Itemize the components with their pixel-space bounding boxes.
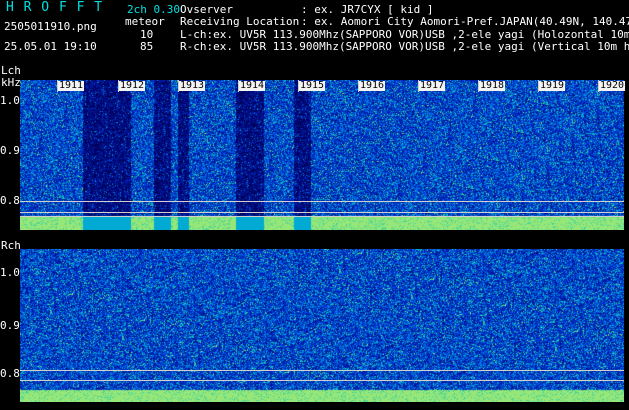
- lch-overlay-guide-line: [20, 212, 624, 213]
- lch-description: L-ch:ex. UV5R 113.900Mhz(SAPPORO VOR)USB…: [180, 29, 629, 41]
- lch-time-label: 1919: [539, 80, 566, 91]
- datetime: 25.05.01 19:10: [4, 40, 97, 53]
- rch-overlay-guide-line: [20, 380, 624, 381]
- lch-time-label: 1918: [479, 80, 506, 91]
- location-value: : ex. Aomori City Aomori-Pref.JAPAN(40.4…: [301, 15, 629, 28]
- lch-time-label: 1915: [299, 80, 326, 91]
- lch-time-label: 1917: [419, 80, 446, 91]
- filename: 2505011910.png: [4, 20, 97, 33]
- lch-ytick-0.8: 0.8: [0, 194, 20, 207]
- app-title: H R O F F T: [6, 0, 104, 15]
- lch-time-label: 1916: [359, 80, 386, 91]
- count-bottom: 85: [140, 40, 154, 53]
- rch-ytick-1.0: 1.0: [0, 266, 20, 279]
- lch-time-label: 1911: [58, 80, 85, 91]
- lch-time-label: 1920: [599, 80, 626, 91]
- rch-ytick-0.8: 0.8: [0, 367, 20, 380]
- lch-time-label: 1914: [239, 80, 266, 91]
- mode-label: meteor: [125, 15, 165, 28]
- rch-description: R-ch:ex. UV5R 113.900Mhz(SAPPORO VOR)USB…: [180, 41, 629, 53]
- location-label: Receiving Location: [180, 15, 300, 28]
- rch-ytick-0.9: 0.9: [0, 319, 20, 332]
- lch-unit: kHz: [1, 76, 21, 89]
- lch-spectrogram: [20, 80, 624, 230]
- lch-time-label: 1913: [179, 80, 206, 91]
- lch-overlay-guide-line: [20, 201, 624, 202]
- rch-overlay-guide-line: [20, 370, 624, 371]
- rch-label: Rch: [1, 239, 21, 252]
- lch-overlay-guide-line: [20, 216, 624, 217]
- lch-time-label: 1912: [119, 80, 146, 91]
- lch-ytick-0.9: 0.9: [0, 144, 20, 157]
- lch-ytick-1.0: 1.0: [0, 94, 20, 107]
